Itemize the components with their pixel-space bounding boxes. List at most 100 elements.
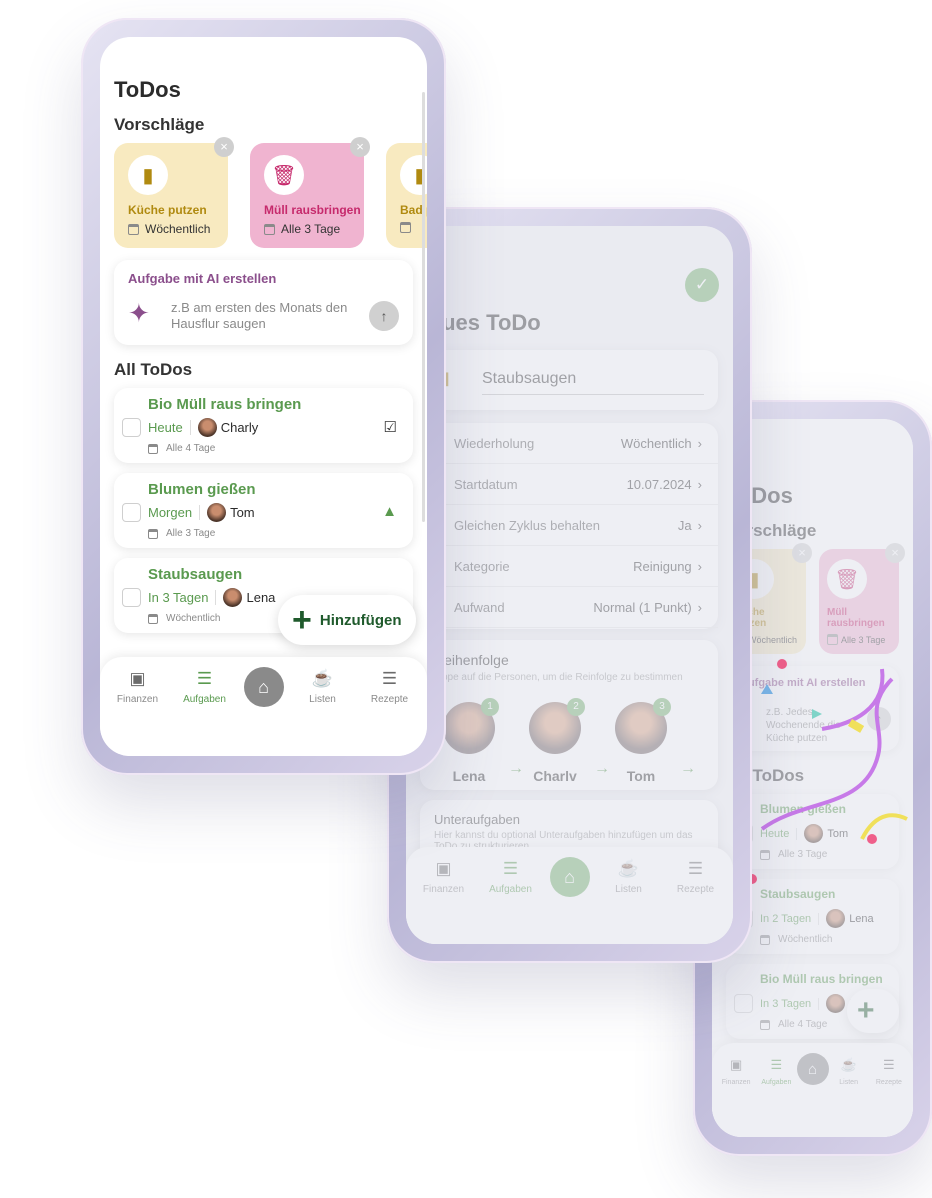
suggestion-card[interactable]: ▮ Küche putzen Wöchentlich — [114, 143, 228, 248]
value: Reinigung — [633, 558, 692, 574]
todo-checkbox[interactable] — [122, 418, 141, 437]
setting-row[interactable]: Kategorie Reinigung › — [420, 546, 718, 587]
calendar-icon — [148, 528, 158, 539]
todo-title: Blumen gießen — [148, 481, 256, 498]
clipboard-icon: ☰ — [381, 669, 398, 688]
setting-row[interactable]: Wiederholung Wöchentlich › — [420, 423, 718, 464]
tab-label: Listen — [615, 884, 642, 895]
person-name: Tom — [626, 768, 656, 784]
suggestion-repeat: Alle 3 Tage — [264, 222, 350, 236]
ai-prompt-input[interactable]: z.B am ersten des Monats den Hausflur sa… — [171, 300, 363, 332]
setting-row[interactable]: Gleichen Zyklus behalten Ja › — [420, 505, 718, 546]
tab-label: Finanzen — [422, 884, 465, 895]
tab-rezepte[interactable]: ☰ Rezepte — [362, 669, 418, 705]
tab-listen[interactable]: ☕ Listen — [295, 669, 351, 705]
todo-name-input[interactable]: Staubsaugen — [482, 370, 704, 395]
calendar-icon — [148, 613, 158, 624]
avatar — [197, 418, 217, 437]
suggestion-card[interactable]: ▮Bad putzen — [386, 143, 427, 248]
tab-label: Finanzen — [721, 1079, 751, 1086]
person-order-item[interactable]: 3 Tom — [606, 698, 676, 784]
calendar-icon — [400, 222, 411, 233]
scrollbar[interactable] — [422, 92, 425, 522]
repeat-label: Wöchentlich — [748, 634, 798, 645]
tab-rezepte[interactable]: ☰ Rezepte — [668, 859, 724, 895]
todo-item[interactable]: Bio Müll raus bringen Heute Charly Alle 4 T… — [114, 388, 413, 463]
repeat-label: Alle 4 Tage — [166, 443, 216, 454]
trash-icon: 🗑 — [834, 568, 860, 591]
repeat-label: Wöchentlich — [145, 222, 211, 236]
assignee-name: Tom — [230, 505, 255, 520]
todo-meta: Heute Charly — [148, 418, 258, 437]
calendar-icon — [264, 223, 275, 235]
tab-label: Aufgaben — [761, 1079, 792, 1086]
todo-checkbox[interactable] — [122, 588, 141, 607]
setting-value: Reinigung › — [633, 559, 702, 574]
tree-icon: ▲ — [382, 503, 397, 520]
setting-row[interactable]: Startdatum 10.07.2024 › — [420, 464, 718, 505]
setting-value: Normal (1 Punkt) › — [593, 600, 702, 615]
tab-aufgaben[interactable]: ☰ Aufgaben — [177, 669, 233, 705]
suggestion-title: Müll rausbringen — [827, 607, 885, 629]
ai-create-card[interactable]: Aufgabe mit AI erstellen ✦ z.B am ersten d… — [114, 260, 413, 345]
phone2-screen: ✓Neues ToDo▮StaubsaugenWiederholungWöche… — [406, 226, 733, 944]
suggestion-icon-circle: ▮ — [128, 155, 168, 195]
suggestion-icon-circle: 🗑 — [264, 155, 304, 195]
todo-repeat: Alle 3 Tage — [148, 528, 215, 539]
suggestion-title: Küche putzen — [128, 203, 207, 217]
assignee-name: Charly — [220, 420, 259, 435]
avatar: 2 — [529, 698, 585, 754]
dismiss-suggestion-button[interactable]: × — [350, 137, 370, 157]
name-card: ▮Staubsaugen — [420, 350, 718, 410]
suggestion-card[interactable]: 🗑 Müll rausbringen Alle 3 Tage — [250, 143, 364, 248]
tab-label: Rezepte — [676, 884, 715, 895]
chevron-right-icon: › — [697, 517, 702, 533]
setting-value: Ja › — [678, 518, 702, 533]
tab-aufgaben[interactable]: ☰ Aufgaben — [483, 859, 539, 895]
avatar: 1 — [443, 698, 499, 754]
suggestion-card[interactable]: 🗑 Müll rausbringen Alle 3 Tage — [819, 549, 899, 654]
confirm-button[interactable]: ✓ — [685, 268, 719, 302]
tab-finanzen[interactable]: ▣ Finanzen — [416, 859, 472, 895]
document-check-icon: ☑ — [383, 419, 397, 436]
avatar: 3 — [615, 698, 671, 754]
repeat-label: Alle 3 Tage — [166, 528, 216, 539]
spray-bottle-icon: ▮ — [142, 164, 154, 187]
clipboard-icon: ☰ — [687, 859, 704, 878]
setting-label: Aufwand — [454, 599, 505, 615]
clipboard-icon: ☰ — [502, 859, 519, 878]
add-todo-button[interactable]: + Hinzufügen — [278, 595, 416, 645]
suggestion-icon-circle: 🗑 — [827, 559, 867, 599]
tab-listen[interactable]: ☕ Listen — [601, 859, 657, 895]
order-number-badge: 2 — [567, 698, 585, 716]
tab-finanzen[interactable]: ▣ Finanzen — [110, 669, 166, 705]
page-title: ToDos — [114, 77, 181, 102]
dismiss-suggestion-button[interactable]: × — [885, 543, 905, 563]
order-hint: Tippe auf die Personen, um die Reinfolge… — [434, 672, 683, 683]
add-label: Hinzufügen — [319, 611, 402, 629]
sparkle-icon: ✦ — [128, 298, 150, 328]
suggestion-repeat: Wöchentlich — [128, 222, 214, 236]
todo-repeat: Alle 4 Tage — [148, 443, 215, 454]
todo-title: Bio Müll raus bringen — [148, 396, 302, 413]
send-button[interactable]: ↑ — [369, 301, 399, 331]
clipboard-icon: ☰ — [196, 669, 213, 688]
tab-home[interactable]: ⌂ — [549, 857, 590, 897]
dismiss-suggestion-button[interactable]: × — [792, 543, 812, 563]
bottom-tab-bar: ▣ Finanzen ☰ Aufgaben ⌂ ☕ Listen ☰ Rezepte — [406, 847, 733, 944]
tab-home[interactable]: ⌂ — [243, 667, 284, 707]
chevron-right-icon: › — [697, 558, 702, 574]
setting-row[interactable]: Aufwand Normal (1 Punkt) › — [420, 587, 718, 628]
person-order-item[interactable]: 2 Charlv — [520, 698, 590, 784]
ai-card-title: Aufgabe mit AI erstellen — [128, 271, 277, 286]
todo-item[interactable]: Blumen gießen Morgen Tom Alle 3 Tage ▲ — [114, 473, 413, 548]
chevron-right-icon: › — [697, 435, 702, 451]
chevron-right-icon: › — [697, 599, 702, 615]
settings-card: Wiederholung Wöchentlich › Startdatum 10.07.… — [420, 423, 718, 629]
repeat-label: Alle 3 Tage — [841, 634, 886, 645]
phone-todos: ToDos Vorschläge ▮ Küche putzen Wöchentlich ×… — [81, 18, 446, 775]
todo-checkbox[interactable] — [122, 503, 141, 522]
todo-repeat: Wöchentlich — [148, 613, 220, 624]
repeat-label: Wöchentlich — [166, 613, 221, 624]
dismiss-suggestion-button[interactable]: × — [214, 137, 234, 157]
